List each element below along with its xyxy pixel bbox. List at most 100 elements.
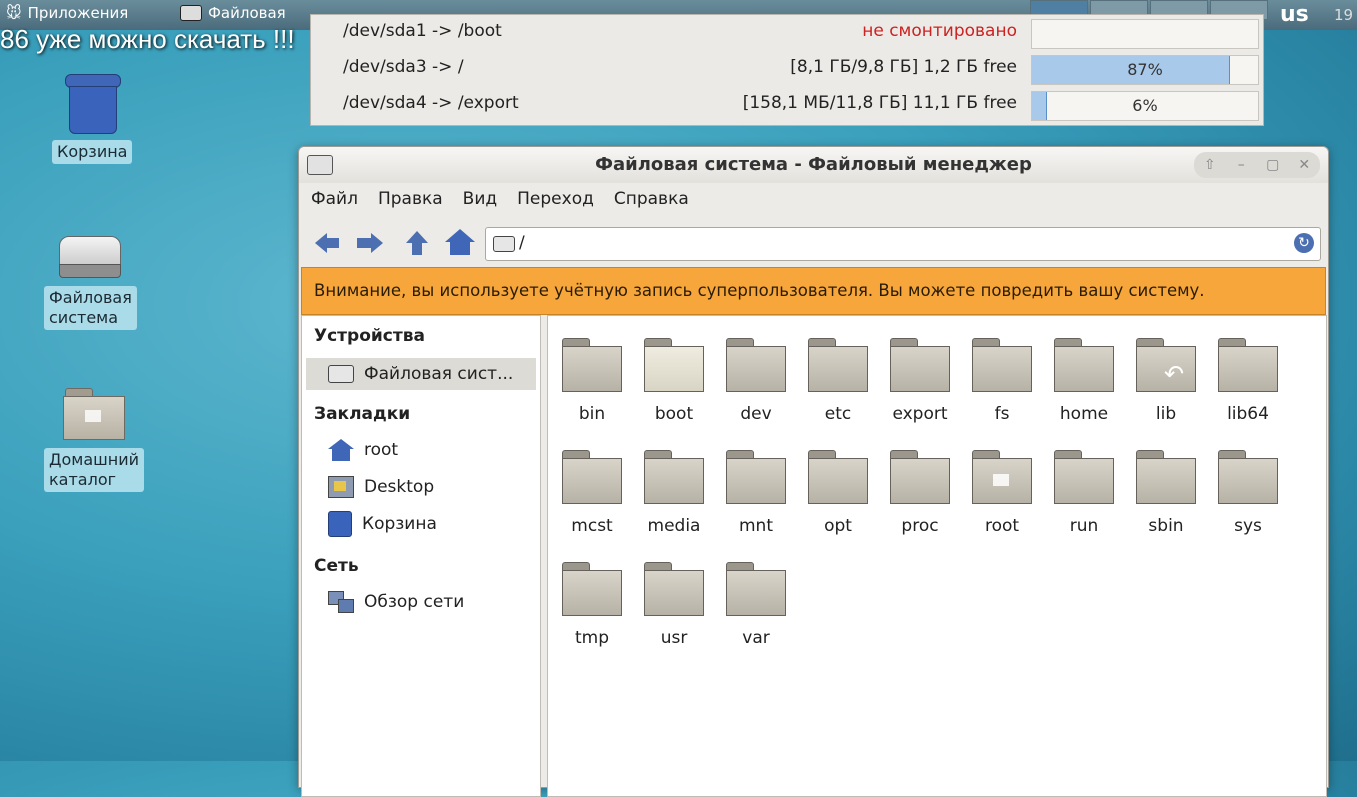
folder-name: mnt	[739, 516, 773, 536]
home-button[interactable]	[445, 229, 475, 257]
mouse-icon: 🐭	[6, 4, 22, 22]
folder-item[interactable]: mnt	[716, 446, 796, 552]
folder-item[interactable]: run	[1044, 446, 1124, 552]
close-icon[interactable]: ✕	[1295, 156, 1313, 174]
folder-item[interactable]: export	[880, 334, 960, 440]
folder-icon	[726, 562, 786, 616]
folder-item[interactable]: root	[962, 446, 1042, 552]
desktop-icon-home[interactable]: Домашний каталог	[44, 388, 145, 492]
sidebar-item-desktop[interactable]: Desktop	[328, 471, 538, 503]
folder-name: lib	[1155, 404, 1177, 424]
sidebar-item-filesystem[interactable]: Файловая сист...	[306, 358, 536, 390]
sidebar-item-label: Файловая сист...	[364, 364, 514, 384]
folder-icon	[726, 450, 786, 504]
location-bar[interactable]: / ↻	[485, 227, 1321, 261]
folder-icon	[890, 338, 950, 392]
folder-item[interactable]: ↶ lib	[1126, 334, 1206, 440]
drive-icon	[328, 365, 354, 383]
folder-name: boot	[654, 404, 694, 424]
root-warning-banner: Внимание, вы используете учётную запись …	[301, 267, 1326, 315]
folder-item[interactable]: mcst	[552, 446, 632, 552]
network-icon	[328, 591, 354, 613]
navigation-toolbar: / ↻	[299, 223, 1328, 263]
folder-icon	[726, 338, 786, 392]
folder-icon	[562, 450, 622, 504]
home-icon	[328, 439, 354, 461]
sidebar-item-label: Desktop	[364, 477, 435, 497]
folder-icon	[890, 450, 950, 504]
desktop-icon	[328, 476, 354, 498]
folder-item[interactable]: media	[634, 446, 714, 552]
menu-edit[interactable]: Правка	[366, 187, 451, 215]
mount-path: /dev/sda3 -> /	[343, 57, 464, 77]
sidebar-header-devices: Устройства	[314, 326, 425, 346]
sidebar-item-browse-network[interactable]: Обзор сети	[328, 586, 538, 618]
folder-item[interactable]: usr	[634, 558, 714, 664]
video-caption-overlay: 86 уже можно скачать !!!	[0, 24, 295, 54]
folder-item[interactable]: opt	[798, 446, 878, 552]
folder-item[interactable]: home	[1044, 334, 1124, 440]
menu-help[interactable]: Справка	[602, 187, 697, 215]
sidebar-item-root[interactable]: root	[328, 434, 538, 466]
desktop-icon-trash[interactable]: Корзина	[52, 74, 133, 164]
folder-item[interactable]: dev	[716, 334, 796, 440]
folder-name: etc	[824, 404, 852, 424]
mount-row[interactable]: /dev/sda3 -> / [8,1 ГБ/9,8 ГБ] 1,2 ГБ fr…	[311, 51, 1263, 87]
sidebar-header-network: Сеть	[314, 556, 359, 576]
up-button[interactable]	[403, 229, 433, 257]
folder-item[interactable]: boot	[634, 334, 714, 440]
folder-item[interactable]: bin	[552, 334, 632, 440]
minimize-icon[interactable]: –	[1232, 156, 1250, 174]
reload-icon[interactable]: ↻	[1294, 233, 1314, 253]
folder-item[interactable]: tmp	[552, 558, 632, 664]
folder-icon	[1054, 450, 1114, 504]
folder-name: fs	[994, 404, 1010, 424]
mount-usage-bar	[1031, 19, 1259, 49]
folder-item[interactable]: fs	[962, 334, 1042, 440]
desktop-icon-label: Корзина	[52, 140, 133, 164]
forward-button[interactable]	[355, 229, 385, 257]
keyboard-layout-indicator[interactable]: us	[1280, 2, 1309, 27]
menu-bar: Файл Правка Вид Переход Справка	[299, 187, 1328, 215]
folder-item[interactable]: sys	[1208, 446, 1288, 552]
file-manager-window: Файловая система - Файловый менеджер ⇧ –…	[298, 146, 1329, 797]
mount-path: /dev/sda1 -> /boot	[343, 21, 502, 41]
folder-icon	[808, 450, 868, 504]
mount-row[interactable]: /dev/sda4 -> /export [158,1 МБ/11,8 ГБ] …	[311, 87, 1263, 123]
folder-name: opt	[824, 516, 852, 536]
menu-go[interactable]: Переход	[505, 187, 602, 215]
shade-icon[interactable]: ⇧	[1201, 156, 1219, 174]
applications-menu-label: Приложения	[27, 4, 129, 22]
applications-menu[interactable]: 🐭 Приложения	[6, 4, 128, 22]
mount-usage-bar: 6%	[1031, 91, 1259, 121]
folder-item[interactable]: etc	[798, 334, 878, 440]
mount-usage-percent: 6%	[1132, 96, 1158, 115]
panel-clock[interactable]: 19	[1334, 6, 1353, 24]
menu-view[interactable]: Вид	[451, 187, 505, 215]
trash-icon	[63, 74, 122, 134]
sidebar-item-label: Корзина	[362, 514, 437, 534]
sidebar-item-trash[interactable]: Корзина	[328, 508, 538, 540]
folder-item[interactable]: lib64	[1208, 334, 1288, 440]
desktop-icon-label: Домашний каталог	[44, 448, 145, 492]
folder-icon	[1136, 450, 1196, 504]
folder-name: mcst	[571, 516, 613, 536]
window-titlebar[interactable]: Файловая система - Файловый менеджер ⇧ –…	[299, 147, 1328, 183]
window-title: Файловая система - Файловый менеджер	[595, 154, 1032, 175]
folder-item[interactable]: sbin	[1126, 446, 1206, 552]
home-folder-icon	[972, 450, 1032, 504]
folder-item[interactable]: var	[716, 558, 796, 664]
desktop-icon-filesystem[interactable]: Файловая система	[44, 236, 137, 330]
sidebar-item-label: root	[364, 440, 399, 460]
menu-file[interactable]: Файл	[299, 187, 366, 215]
back-button[interactable]	[313, 229, 343, 257]
maximize-icon[interactable]: ▢	[1264, 156, 1282, 174]
location-path: /	[519, 233, 525, 253]
folder-icon	[1218, 450, 1278, 504]
taskbar-button-file-manager[interactable]: Файловая	[180, 4, 286, 22]
folder-name: sys	[1234, 516, 1262, 536]
mount-row[interactable]: /dev/sda1 -> /boot не смонтировано	[311, 15, 1263, 51]
folder-item[interactable]: proc	[880, 446, 960, 552]
folder-icon	[1054, 338, 1114, 392]
folder-name: bin	[578, 404, 606, 424]
